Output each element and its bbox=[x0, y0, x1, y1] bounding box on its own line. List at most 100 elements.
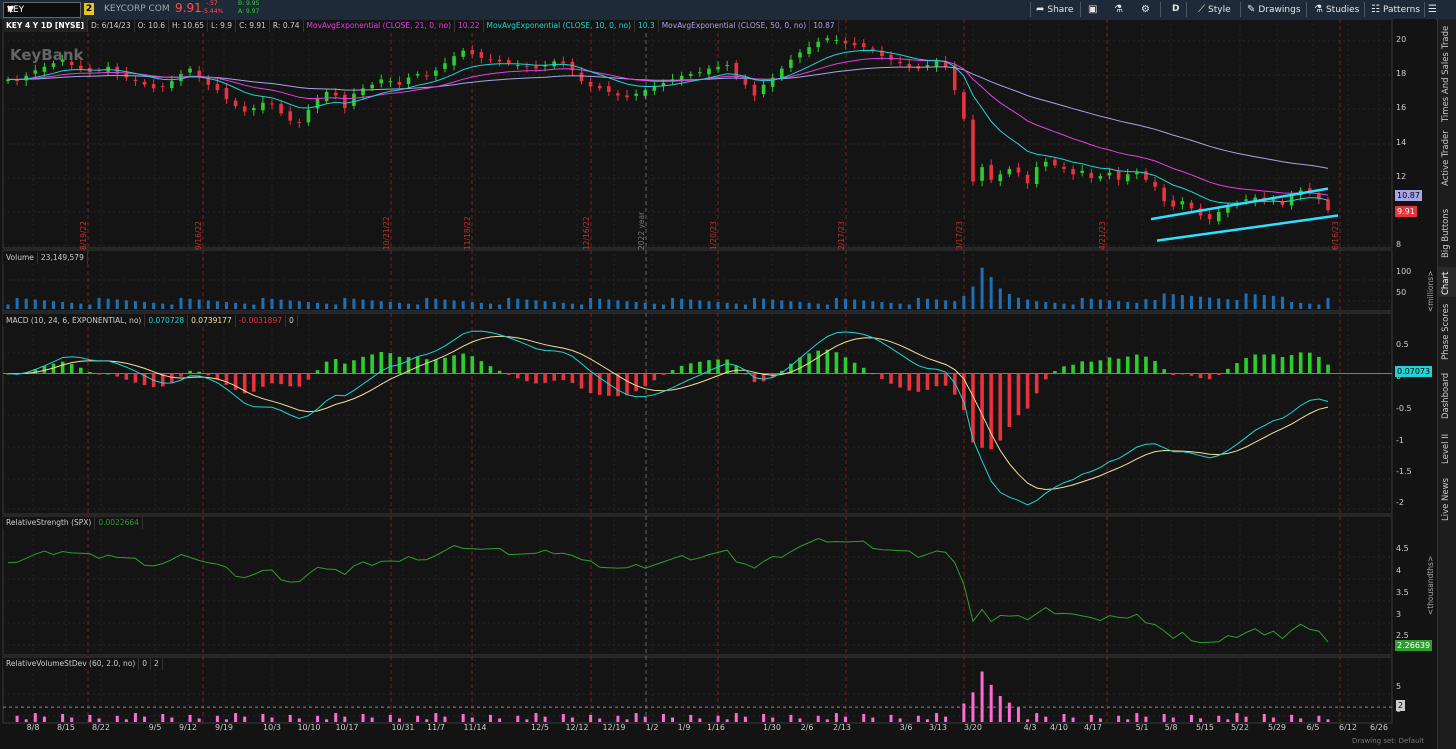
sidebar-tab-trade[interactable]: Trade bbox=[1438, 21, 1456, 51]
toolbar-divider bbox=[1160, 2, 1161, 17]
symbol-selector[interactable]: KEY ▼ bbox=[3, 2, 81, 18]
candle-body bbox=[188, 68, 192, 73]
chart-area[interactable] bbox=[0, 19, 1436, 749]
sidebar-tab-level-ii[interactable]: Level II bbox=[1438, 429, 1456, 466]
rvsd-bar bbox=[188, 714, 192, 722]
volume-bar bbox=[689, 299, 693, 309]
candle-body bbox=[479, 52, 484, 58]
candle-body bbox=[370, 84, 374, 89]
macd-diff: -0.0031897 bbox=[235, 315, 286, 327]
candle-body bbox=[861, 43, 866, 48]
rvsd-bar bbox=[470, 717, 474, 722]
macd-label[interactable]: MACD (10, 24, 6, EXPONENTIAL, no) bbox=[3, 315, 146, 327]
rvsd-label[interactable]: RelativeVolumeStDev (60, 2.0, no) bbox=[3, 658, 140, 670]
macd-value-tag: 0.07073 bbox=[1395, 366, 1433, 377]
macd-hist-bar bbox=[670, 370, 675, 374]
macd-hist-bar bbox=[415, 356, 420, 374]
macd-hist-bar bbox=[515, 373, 520, 379]
chevron-down-icon[interactable]: ▼ bbox=[7, 3, 78, 17]
macd-hist-bar bbox=[1016, 373, 1021, 416]
share-button[interactable]: ➦ Share bbox=[1036, 1, 1073, 18]
volume-bar bbox=[944, 300, 948, 309]
more-options-button[interactable]: ☰ bbox=[1428, 1, 1440, 18]
rvsd-bar bbox=[1235, 713, 1239, 722]
drawings-button[interactable]: ✎ Drawings bbox=[1247, 1, 1301, 18]
candle-body bbox=[352, 93, 356, 106]
sidebar-tab-big-buttons[interactable]: Big Buttons bbox=[1438, 196, 1456, 260]
panel-frame bbox=[2, 312, 1393, 515]
rvsd-bar bbox=[762, 713, 766, 722]
aggregation-button[interactable]: D bbox=[1172, 1, 1179, 18]
rvsd-bar bbox=[215, 715, 219, 722]
sidebar-tab-live-news[interactable]: Live News bbox=[1438, 474, 1456, 523]
studies-button[interactable]: ⚗ Studies bbox=[1314, 1, 1359, 18]
volume-label[interactable]: Volume bbox=[3, 252, 38, 264]
header-date: D: 6/14/23 bbox=[88, 20, 135, 32]
candle-body bbox=[925, 65, 930, 67]
sidebar-tab-times-and-sales[interactable]: Times And Sales bbox=[1438, 52, 1456, 124]
volume-bar bbox=[853, 299, 857, 309]
ema21-label[interactable]: MovAvgExponential (CLOSE, 21, 0, no) bbox=[303, 20, 456, 32]
rvsd-bar bbox=[616, 715, 620, 722]
date-tick: 11/14 bbox=[463, 723, 487, 732]
rvsd-bar bbox=[962, 703, 966, 722]
drawing-set-note[interactable]: Drawing set: Default bbox=[1352, 737, 1424, 745]
macd-hist-bar bbox=[1153, 360, 1157, 374]
macd-hist-bar bbox=[916, 373, 921, 392]
sidebar-tab-label: Big Buttons bbox=[1441, 208, 1451, 258]
candle-body bbox=[279, 103, 283, 114]
sidebar-tab-chart[interactable]: Chart bbox=[1438, 267, 1456, 297]
date-tick: 3/13 bbox=[929, 723, 947, 732]
pencil-icon: ✎ bbox=[1247, 4, 1256, 15]
rvsd-bar bbox=[543, 716, 547, 722]
style-button[interactable]: ⟋ Style bbox=[1198, 1, 1231, 18]
drawings-label: Drawings bbox=[1258, 5, 1301, 15]
style-label: Style bbox=[1208, 5, 1231, 15]
candle-body bbox=[934, 61, 939, 67]
macd-header: MACD (10, 24, 6, EXPONENTIAL, no) 0.07072… bbox=[3, 315, 298, 327]
macd-hist-bar bbox=[688, 363, 693, 374]
date-tick: 1/9 bbox=[677, 723, 691, 732]
candle-body bbox=[779, 68, 784, 79]
rvsd-bar bbox=[1299, 718, 1303, 722]
candle-body bbox=[488, 59, 493, 61]
candle-body bbox=[515, 65, 520, 67]
sidebar-tab-dashboard[interactable]: Dashboard bbox=[1438, 369, 1456, 421]
volume-bar bbox=[252, 304, 256, 309]
macd-hist-bar bbox=[588, 373, 593, 394]
macd-hist-bar bbox=[570, 373, 575, 383]
volume-bar bbox=[388, 302, 392, 309]
volume-bar bbox=[243, 303, 247, 309]
volume-bar bbox=[170, 304, 174, 309]
volume-bar bbox=[1235, 300, 1239, 309]
candle-body bbox=[634, 93, 638, 96]
volume-bar bbox=[479, 302, 483, 309]
volume-bar bbox=[570, 303, 574, 309]
sidebar-tab-active-trader[interactable]: Active Trader bbox=[1438, 130, 1456, 188]
toolbar-divider bbox=[1306, 2, 1307, 17]
link-group-badge[interactable]: 2 bbox=[84, 3, 94, 15]
volume-tick: 100 bbox=[1396, 267, 1412, 276]
ema50-label[interactable]: MovAvgExponential (CLOSE, 50, 0, no) bbox=[658, 20, 811, 32]
macd-hist-bar bbox=[88, 372, 92, 374]
macd-hist-bar bbox=[1089, 361, 1094, 374]
volume-bar bbox=[907, 304, 911, 309]
settings-button[interactable]: ⚙ bbox=[1141, 1, 1153, 18]
volume-bar bbox=[962, 295, 966, 309]
patterns-button[interactable]: ☷ Patterns bbox=[1371, 1, 1420, 18]
ema10-label[interactable]: MovAvgExponential (CLOSE, 10, 0, no) bbox=[483, 20, 635, 32]
macd-hist-bar bbox=[825, 349, 830, 374]
rvsd-bar bbox=[734, 713, 738, 722]
header-open: O: 10.6 bbox=[134, 20, 169, 32]
rs-label[interactable]: RelativeStrength (SPX) bbox=[3, 517, 96, 529]
candle-body bbox=[406, 77, 411, 85]
rvsd-bar bbox=[1290, 714, 1294, 722]
rvsd-bar bbox=[115, 715, 119, 722]
sidebar-tab-phase-scores[interactable]: Phase Scores bbox=[1438, 304, 1456, 362]
flask-button[interactable]: ⚗ bbox=[1114, 1, 1126, 18]
macd-hist-bar bbox=[1189, 373, 1194, 376]
toolbar-divider bbox=[1186, 2, 1187, 17]
volume-bar bbox=[115, 299, 119, 309]
snapshot-button[interactable]: ▣ bbox=[1088, 1, 1100, 18]
candle-body bbox=[233, 100, 238, 107]
